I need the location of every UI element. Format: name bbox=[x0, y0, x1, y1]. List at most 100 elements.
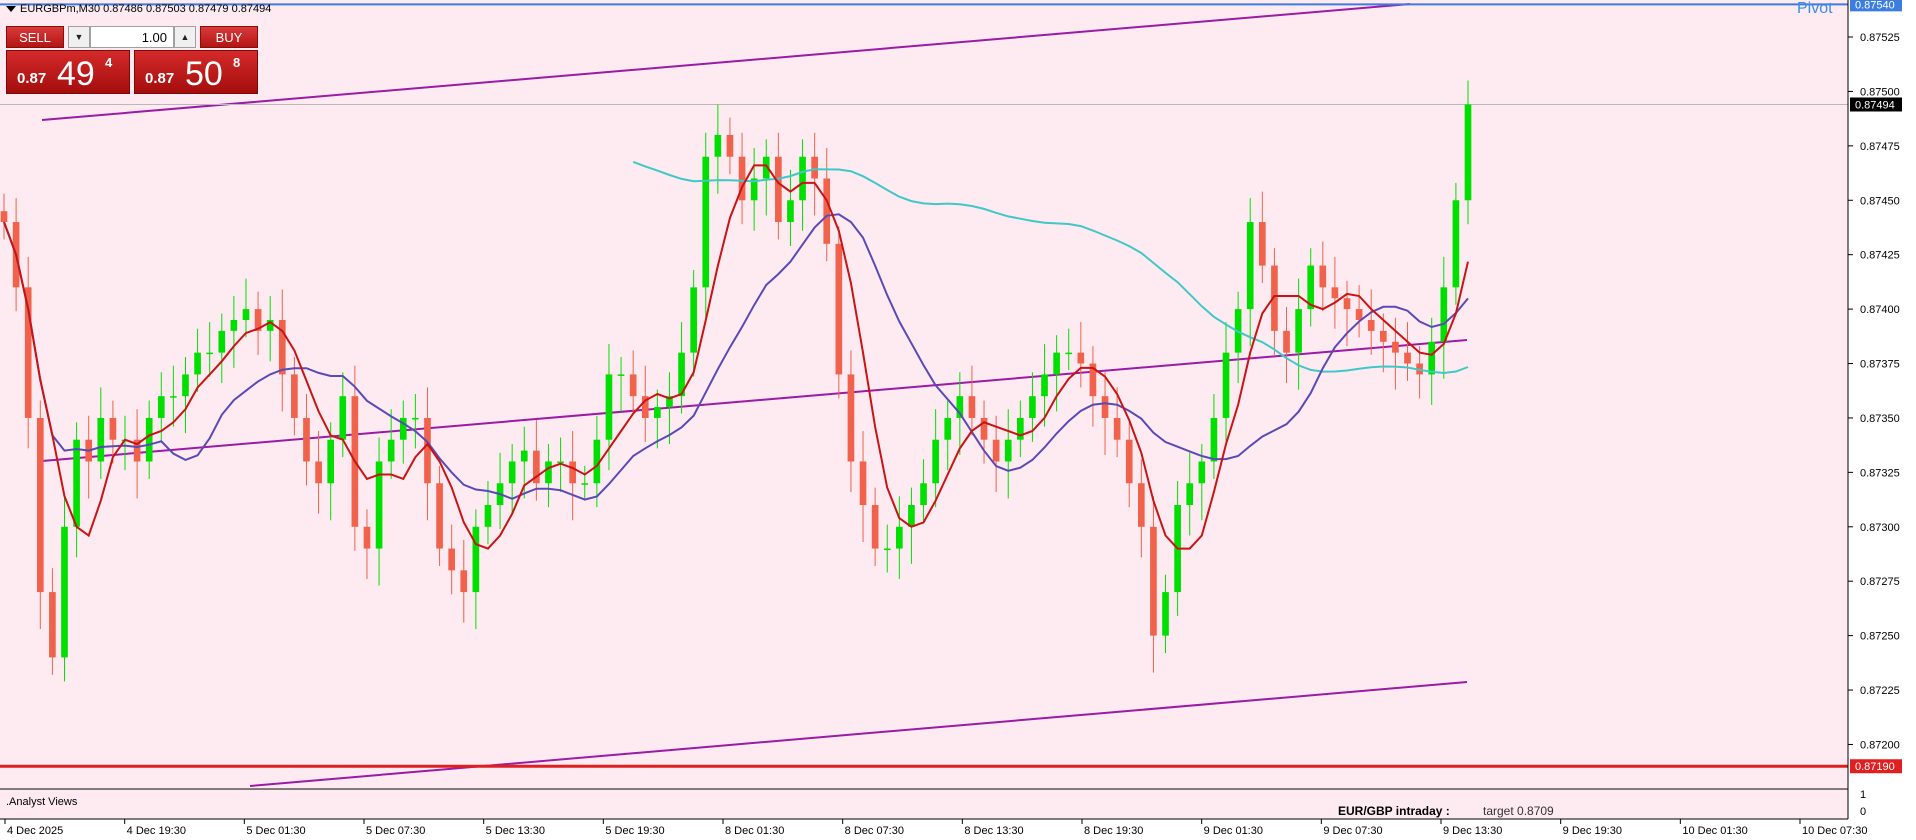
candle-body bbox=[170, 396, 177, 398]
volume-decrease-button[interactable]: ▼ bbox=[68, 26, 90, 48]
candle-body bbox=[327, 439, 335, 484]
candle-body bbox=[1125, 439, 1133, 484]
candle-body bbox=[387, 439, 395, 462]
candle-body bbox=[206, 352, 214, 355]
candle-body bbox=[908, 505, 915, 527]
time-tick-label: 5 Dec 19:30 bbox=[605, 825, 664, 837]
candle-body bbox=[49, 592, 56, 658]
indicator-axis-label: 1 bbox=[1860, 789, 1866, 801]
candle-body bbox=[617, 374, 625, 376]
candle-body bbox=[145, 417, 153, 462]
candle-body bbox=[472, 526, 480, 593]
analysis-target: target 0.8709 bbox=[1483, 804, 1554, 818]
sell-quote-button[interactable]: 0.87 49 4 bbox=[6, 50, 130, 94]
pivot-label: Pivot bbox=[1797, 0, 1833, 17]
price-tick-label: 0.87425 bbox=[1860, 250, 1900, 262]
analysis-title: EUR/GBP intraday : bbox=[1338, 804, 1450, 818]
price-tick-label: 0.87450 bbox=[1860, 195, 1900, 207]
candle-body bbox=[968, 396, 976, 418]
sell-quote-pip: 4 bbox=[105, 55, 113, 70]
candle-body bbox=[1379, 330, 1387, 342]
candle-body bbox=[1077, 352, 1085, 364]
time-tick-label: 9 Dec 19:30 bbox=[1563, 825, 1622, 837]
candle-body bbox=[823, 178, 831, 244]
price-tick-label: 0.87275 bbox=[1860, 576, 1900, 588]
volume-input[interactable] bbox=[90, 26, 174, 48]
candle-body bbox=[775, 156, 782, 223]
time-tick-label: 8 Dec 13:30 bbox=[964, 825, 1023, 837]
candle-body bbox=[787, 200, 794, 223]
candle-body bbox=[157, 396, 165, 418]
candle-body bbox=[1041, 374, 1048, 397]
candle-body bbox=[1113, 417, 1121, 440]
buy-button[interactable]: BUY bbox=[200, 26, 258, 48]
time-tick-label: 5 Dec 01:30 bbox=[246, 825, 305, 837]
candle-body bbox=[109, 417, 117, 440]
sell-quote-prefix: 0.87 bbox=[17, 70, 47, 87]
candle-body bbox=[1464, 104, 1472, 201]
candle-body bbox=[1137, 483, 1145, 527]
candle-body bbox=[61, 526, 68, 658]
candle-body bbox=[194, 352, 201, 375]
candle-body bbox=[835, 243, 843, 375]
price-chart[interactable]: 0.875250.875000.874750.874500.874250.874… bbox=[0, 0, 1916, 840]
time-tick-label: 4 Dec 2025 bbox=[7, 825, 63, 837]
candle-body bbox=[1295, 309, 1302, 353]
candle-body bbox=[1004, 439, 1012, 462]
price-tick-label: 0.87500 bbox=[1860, 86, 1900, 98]
price-tick-label: 0.87350 bbox=[1860, 413, 1900, 425]
candle-body bbox=[992, 439, 1000, 462]
symbol-info: EURGBPm,M30 0.87486 0.87503 0.87479 0.87… bbox=[20, 3, 272, 15]
candle-body bbox=[303, 417, 310, 462]
sell-button[interactable]: SELL bbox=[6, 26, 64, 48]
volume-increase-button[interactable]: ▲ bbox=[174, 26, 196, 48]
buy-quote-prefix: 0.87 bbox=[145, 70, 175, 87]
time-tick-label: 8 Dec 07:30 bbox=[845, 825, 904, 837]
candle-body bbox=[1150, 526, 1157, 636]
sell-quote-big: 49 bbox=[57, 55, 95, 93]
candle-body bbox=[690, 287, 697, 353]
candle-body bbox=[1101, 396, 1109, 418]
candle-body bbox=[339, 396, 347, 440]
candle-body bbox=[1210, 417, 1218, 462]
candle-body bbox=[714, 134, 722, 157]
candle-body bbox=[508, 461, 516, 484]
time-tick-label: 9 Dec 07:30 bbox=[1323, 825, 1382, 837]
time-tick-label: 5 Dec 13:30 bbox=[486, 825, 545, 837]
candle-body bbox=[1029, 396, 1036, 418]
candle-body bbox=[1367, 319, 1375, 331]
candle-body bbox=[0, 211, 8, 223]
candle-body bbox=[448, 548, 455, 571]
candle-body bbox=[73, 439, 80, 527]
current-price-tag-label: 0.87494 bbox=[1855, 99, 1895, 111]
candle-body bbox=[520, 450, 528, 462]
candle-body bbox=[1246, 222, 1254, 310]
time-ticks: 4 Dec 2025 4 Dec 19:30 5 Dec 01:30 5 Dec 07… bbox=[4, 819, 1867, 837]
time-tick-label: 9 Dec 01:30 bbox=[1204, 825, 1263, 837]
buy-quote-button[interactable]: 0.87 50 8 bbox=[134, 50, 258, 94]
candle-body bbox=[980, 417, 988, 440]
support-price-tag-label: 0.87190 bbox=[1855, 761, 1895, 773]
candle-body bbox=[1162, 592, 1169, 636]
candle-body bbox=[436, 483, 443, 549]
candle-body bbox=[799, 156, 806, 201]
candle-body bbox=[1343, 298, 1351, 310]
candle-body bbox=[569, 461, 576, 484]
candle-body bbox=[871, 505, 879, 549]
candle-body bbox=[1198, 461, 1206, 484]
time-tick-label: 9 Dec 13:30 bbox=[1443, 825, 1502, 837]
price-tick-label: 0.87375 bbox=[1860, 359, 1900, 371]
candle-body bbox=[896, 526, 903, 549]
time-tick-label: 8 Dec 01:30 bbox=[725, 825, 784, 837]
candle-body bbox=[230, 319, 238, 331]
candle-body bbox=[315, 461, 322, 484]
buy-quote-pip: 8 bbox=[233, 55, 241, 70]
indicator-window-label: .Analyst Views bbox=[6, 796, 78, 808]
trade-panel-top-row: SELL ▼ ▲ BUY bbox=[6, 26, 258, 48]
candle-body bbox=[1440, 287, 1448, 342]
candle-body bbox=[581, 483, 589, 485]
candle-body bbox=[97, 417, 105, 462]
candle-body bbox=[920, 483, 927, 506]
candle-body bbox=[1331, 287, 1339, 299]
symbol-menu-icon[interactable] bbox=[6, 6, 16, 12]
